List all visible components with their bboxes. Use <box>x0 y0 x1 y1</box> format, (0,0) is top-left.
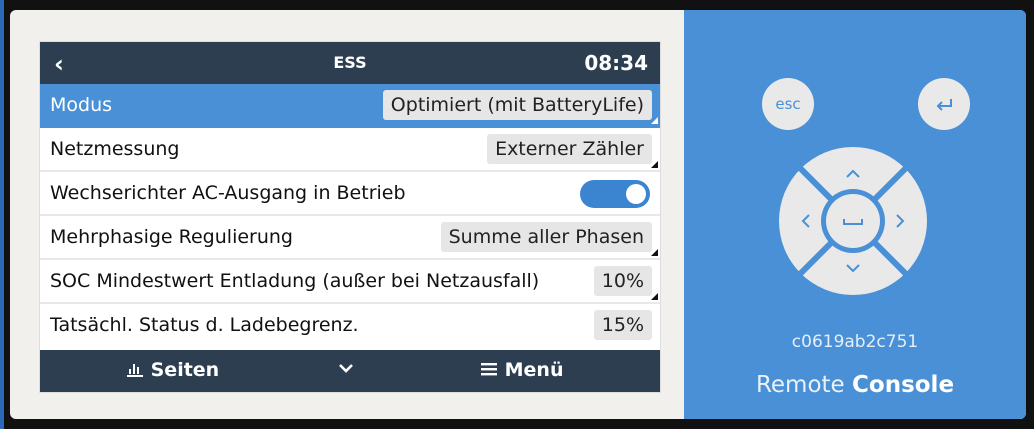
device-screen: ‹ ESS 08:34 Modus Optimiert (mit Battery… <box>40 42 660 392</box>
setting-row-soc-minimum[interactable]: SOC Mindestwert Entladung (außer bei Net… <box>40 260 660 304</box>
brand-light: Remote <box>755 372 853 398</box>
setting-label: SOC Mindestwert Entladung (außer bei Net… <box>50 270 540 292</box>
bottom-nav-bar: Seiten Menü <box>40 350 660 392</box>
setting-row-modus[interactable]: Modus Optimiert (mit BatteryLife) <box>40 84 660 128</box>
brand-title: Remote Console <box>684 372 1026 398</box>
setting-label: Tatsächl. Status d. Ladebegrenz. <box>50 314 359 336</box>
clock: 08:34 <box>584 51 648 75</box>
device-hostname: c0619ab2c751 <box>791 332 919 352</box>
toggle-knob <box>626 184 646 204</box>
bar-chart-icon <box>127 364 143 377</box>
title-bar: ‹ ESS 08:34 <box>40 42 660 84</box>
remote-control-panel: esc c0619ab2c751 Remote Console <box>684 10 1026 419</box>
ac-output-toggle[interactable] <box>580 180 650 208</box>
setting-row-ladebegrenzung: Tatsächl. Status d. Ladebegrenz. 15% <box>40 304 660 348</box>
chevron-down-icon <box>339 364 353 373</box>
menu-label: Menü <box>504 359 564 381</box>
setting-row-ac-ausgang[interactable]: Wechserichter AC-Ausgang in Betrieb <box>40 172 660 216</box>
setting-label: Modus <box>50 94 113 116</box>
hamburger-icon <box>481 363 497 376</box>
page-title: ESS <box>333 53 367 72</box>
esc-button[interactable]: esc <box>762 78 814 130</box>
dpad <box>779 147 927 295</box>
setting-value: 15% <box>593 310 652 340</box>
setting-row-netzmessung[interactable]: Netzmessung Externer Zähler <box>40 128 660 172</box>
setting-row-mehrphasig[interactable]: Mehrphasige Regulierung Summe aller Phas… <box>40 216 660 260</box>
pages-label: Seiten <box>150 359 220 381</box>
enter-button[interactable] <box>918 78 970 130</box>
menu-button[interactable]: Menü <box>480 359 563 381</box>
brand-bold: Console <box>852 372 955 398</box>
enter-icon <box>936 98 952 111</box>
setting-label: Netzmessung <box>50 138 180 160</box>
remote-console-frame: ‹ ESS 08:34 Modus Optimiert (mit Battery… <box>10 10 1026 419</box>
setting-value[interactable]: Externer Zähler <box>487 134 652 164</box>
setting-value[interactable]: 10% <box>593 266 652 296</box>
pages-button[interactable]: Seiten <box>126 359 219 381</box>
left-window-edge <box>0 0 4 429</box>
setting-label: Mehrphasige Regulierung <box>50 226 293 248</box>
dropdown-corner-icon <box>651 249 658 256</box>
setting-label: Wechserichter AC-Ausgang in Betrieb <box>50 182 406 204</box>
setting-value[interactable]: Summe aller Phasen <box>440 222 652 252</box>
scroll-down-button[interactable] <box>338 358 354 379</box>
dropdown-corner-icon <box>651 293 658 300</box>
dropdown-corner-icon <box>651 161 658 168</box>
setting-value[interactable]: Optimiert (mit BatteryLife) <box>382 90 652 120</box>
dropdown-corner-icon <box>651 117 658 124</box>
